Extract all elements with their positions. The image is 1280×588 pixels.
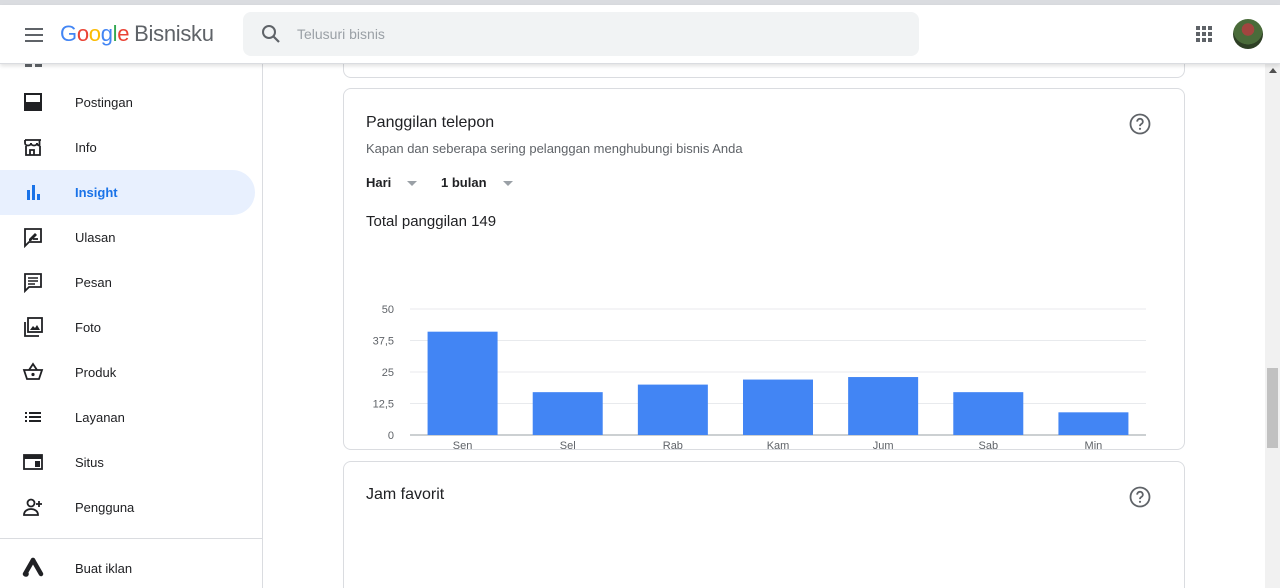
y-tick-label: 0: [388, 430, 394, 442]
sidebar-item-ulasan[interactable]: Ulasan: [0, 215, 255, 260]
x-tick-label: Kam: [767, 440, 790, 452]
period-dropdown[interactable]: 1 bulan: [441, 175, 513, 190]
day-dropdown-label: Hari: [366, 175, 392, 190]
google-ads-icon: [22, 557, 44, 577]
sidebar-item-buat-iklan[interactable]: Buat iklan: [0, 546, 255, 588]
main-content: Panggilan telepon Kapan dan seberapa ser…: [263, 64, 1265, 588]
basket-icon: [22, 362, 44, 380]
sidebar-item-produk[interactable]: Produk: [0, 350, 255, 395]
favorite-hours-card: Jam favorit: [343, 461, 1185, 588]
sidebar-item-foto[interactable]: Foto: [0, 305, 255, 350]
x-tick-label: Min: [1085, 440, 1103, 452]
y-tick-label: 50: [382, 304, 394, 316]
sidebar-item-label: Insight: [75, 185, 118, 200]
review-icon: [24, 228, 42, 248]
menu-icon[interactable]: [20, 21, 48, 49]
website-icon: [23, 454, 43, 470]
scroll-thumb[interactable]: [1267, 368, 1278, 448]
sidebar-item-label: Pengguna: [75, 500, 135, 515]
add-user-icon: [23, 498, 42, 516]
sidebar-item-situs[interactable]: Situs: [0, 440, 255, 485]
phone-calls-card: Panggilan telepon Kapan dan seberapa ser…: [343, 88, 1185, 452]
dropdown-arrow-icon: [407, 181, 418, 187]
calls-bar-chart: 0 12,5 25 37,5 50 Sen Sel Rab Kam Jum Sab Min: [373, 304, 1146, 452]
period-dropdown-label: 1 bulan: [441, 175, 487, 190]
sidebar-item-label: Pesan: [75, 275, 112, 290]
list-icon: [25, 412, 41, 422]
sidebar-item-info[interactable]: Info: [0, 125, 255, 170]
x-tick-label: Rab: [663, 440, 683, 452]
product-name: Bisnisku: [134, 21, 214, 46]
logo-letter: o: [88, 21, 101, 46]
bar-sel[interactable]: [532, 392, 603, 435]
sidebar-item-label: Buat iklan: [75, 561, 133, 576]
x-tick-label: Sab: [978, 440, 998, 452]
top-app-bar: Google Bisnisku: [0, 5, 1280, 64]
sidebar-item-layanan[interactable]: Layanan: [0, 395, 255, 440]
bar-jum[interactable]: [848, 377, 919, 435]
sidebar-item-pengguna[interactable]: Pengguna: [0, 485, 255, 530]
card-title: Jam favorit: [366, 486, 445, 503]
bar-rab[interactable]: [637, 384, 708, 435]
y-tick-label: 37,5: [373, 336, 394, 348]
search-icon[interactable]: [259, 22, 283, 46]
bar-min[interactable]: [1058, 412, 1129, 435]
y-tick-label: 12,5: [373, 399, 394, 411]
help-icon[interactable]: [1129, 113, 1151, 135]
sidebar-item-label: Info: [75, 140, 97, 155]
bar-chart-icon: [27, 185, 40, 200]
help-icon[interactable]: [1129, 486, 1151, 508]
sidebar: Postingan Info Insight Ulasan Pesan Foto: [0, 64, 263, 588]
search-bar[interactable]: [243, 12, 919, 56]
partial-nav-icon: [25, 64, 42, 67]
sidebar-item-label: Produk: [75, 365, 117, 380]
sidebar-divider: [0, 538, 262, 539]
x-tick-label: Jum: [873, 440, 894, 452]
scroll-up-arrow-icon[interactable]: [1269, 68, 1277, 73]
sidebar-item-label: Foto: [75, 320, 102, 335]
x-tick-label: Sel: [560, 440, 576, 452]
sidebar-item-label: Layanan: [75, 410, 125, 425]
message-icon: [24, 273, 42, 293]
page-scrollbar[interactable]: [1265, 64, 1280, 588]
sidebar-item-insight[interactable]: Insight: [0, 170, 255, 215]
y-tick-label: 25: [382, 367, 394, 379]
search-input[interactable]: [297, 22, 897, 46]
apps-grid-icon[interactable]: [1191, 21, 1217, 47]
total-calls: Total panggilan 149: [366, 213, 497, 230]
sidebar-item-label: Postingan: [75, 95, 133, 110]
bar-sen[interactable]: [427, 331, 498, 435]
sidebar-item-postingan[interactable]: Postingan: [0, 80, 255, 125]
card-subtitle: Kapan dan seberapa sering pelanggan meng…: [366, 141, 743, 156]
logo-letter: e: [117, 21, 130, 46]
google-business-logo[interactable]: Google Bisnisku: [60, 21, 214, 47]
storefront-icon: [24, 139, 41, 156]
account-avatar[interactable]: [1233, 19, 1263, 49]
posts-icon: [24, 93, 42, 111]
photo-library-icon: [24, 317, 43, 337]
x-tick-label: Sen: [453, 440, 473, 452]
card-title: Panggilan telepon: [366, 114, 495, 131]
logo-letter: g: [100, 21, 113, 46]
sidebar-item-label: Situs: [75, 455, 104, 470]
logo-letter: o: [76, 21, 89, 46]
bar-sab[interactable]: [953, 392, 1024, 435]
day-dropdown[interactable]: Hari: [366, 175, 418, 190]
logo-letter: G: [60, 21, 77, 46]
previous-card: [343, 64, 1185, 78]
sidebar-item-label: Ulasan: [75, 230, 116, 245]
bar-kam[interactable]: [743, 379, 813, 435]
sidebar-item-pesan[interactable]: Pesan: [0, 260, 255, 305]
dropdown-arrow-icon: [502, 181, 513, 187]
